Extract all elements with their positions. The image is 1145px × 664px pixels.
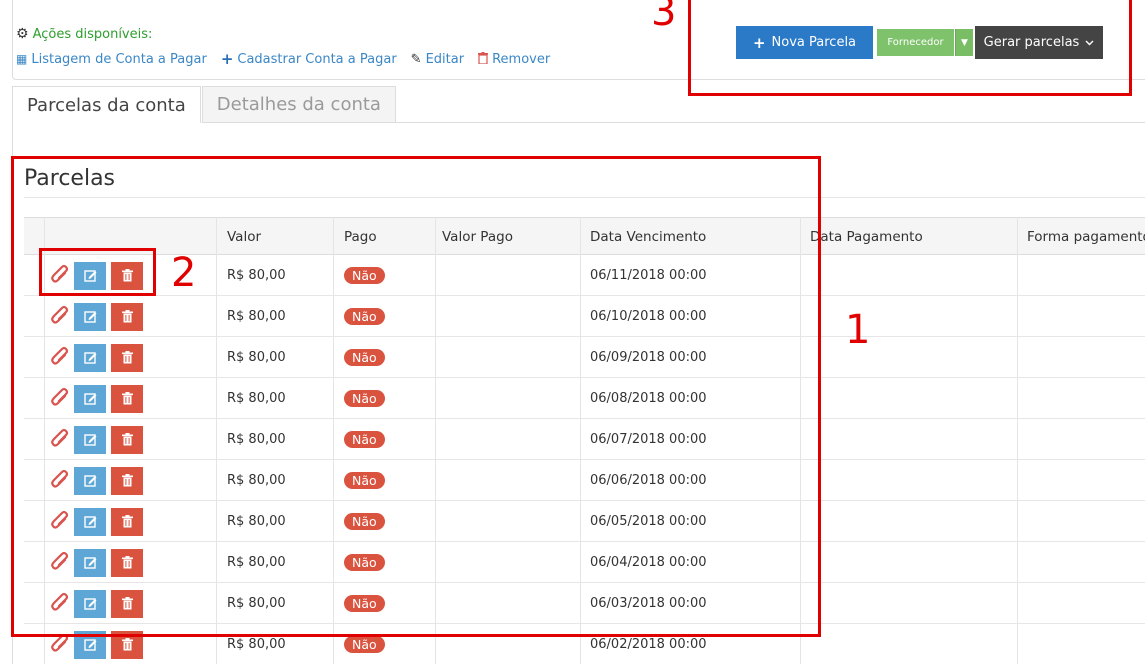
pencil-icon: ✎ (410, 51, 422, 67)
tabs-divider (206, 122, 1145, 123)
trash-icon (121, 636, 133, 655)
cadastrar-link-label: Cadastrar Conta a Pagar (237, 51, 397, 67)
edit-icon (83, 636, 97, 655)
tab-parcelas-da-conta[interactable]: Parcelas da conta (12, 86, 201, 123)
annotation-number-1: 1 (845, 307, 871, 353)
trash-icon (478, 51, 489, 67)
cadastrar-link[interactable]: + Cadastrar Conta a Pagar (221, 50, 397, 68)
header-data-pagamento: Data Pagamento (810, 229, 923, 245)
gears-icon: ⚙ (16, 26, 29, 42)
annotation-number-3: 3 (651, 0, 677, 35)
annotation-box-3 (688, 0, 1132, 96)
tab-bar: Parcelas da conta Detalhes da conta (12, 86, 396, 123)
annotation-box-1 (11, 156, 821, 637)
editar-link[interactable]: ✎ Editar (411, 50, 464, 68)
actions-title: ⚙ Ações disponíveis: (16, 26, 152, 42)
actions-title-label: Ações disponíveis: (32, 26, 153, 42)
annotation-box-2 (39, 248, 156, 296)
listagem-link[interactable]: ▦ Listagem de Conta a Pagar (16, 50, 207, 68)
header-forma-pagamento: Forma pagamento (1027, 229, 1145, 245)
remover-link[interactable]: Remover (478, 50, 550, 68)
action-links: ▦ Listagem de Conta a Pagar + Cadastrar … (16, 50, 550, 68)
table-icon: ▦ (16, 52, 28, 66)
column-divider (1017, 217, 1018, 664)
editar-link-label: Editar (425, 51, 465, 67)
plus-icon: + (220, 50, 234, 68)
status-badge: Não (344, 636, 385, 653)
tab-detalhes-da-conta[interactable]: Detalhes da conta (201, 86, 396, 123)
remover-link-label: Remover (492, 51, 551, 67)
annotation-number-2: 2 (171, 250, 197, 296)
listagem-link-label: Listagem de Conta a Pagar (31, 51, 207, 67)
